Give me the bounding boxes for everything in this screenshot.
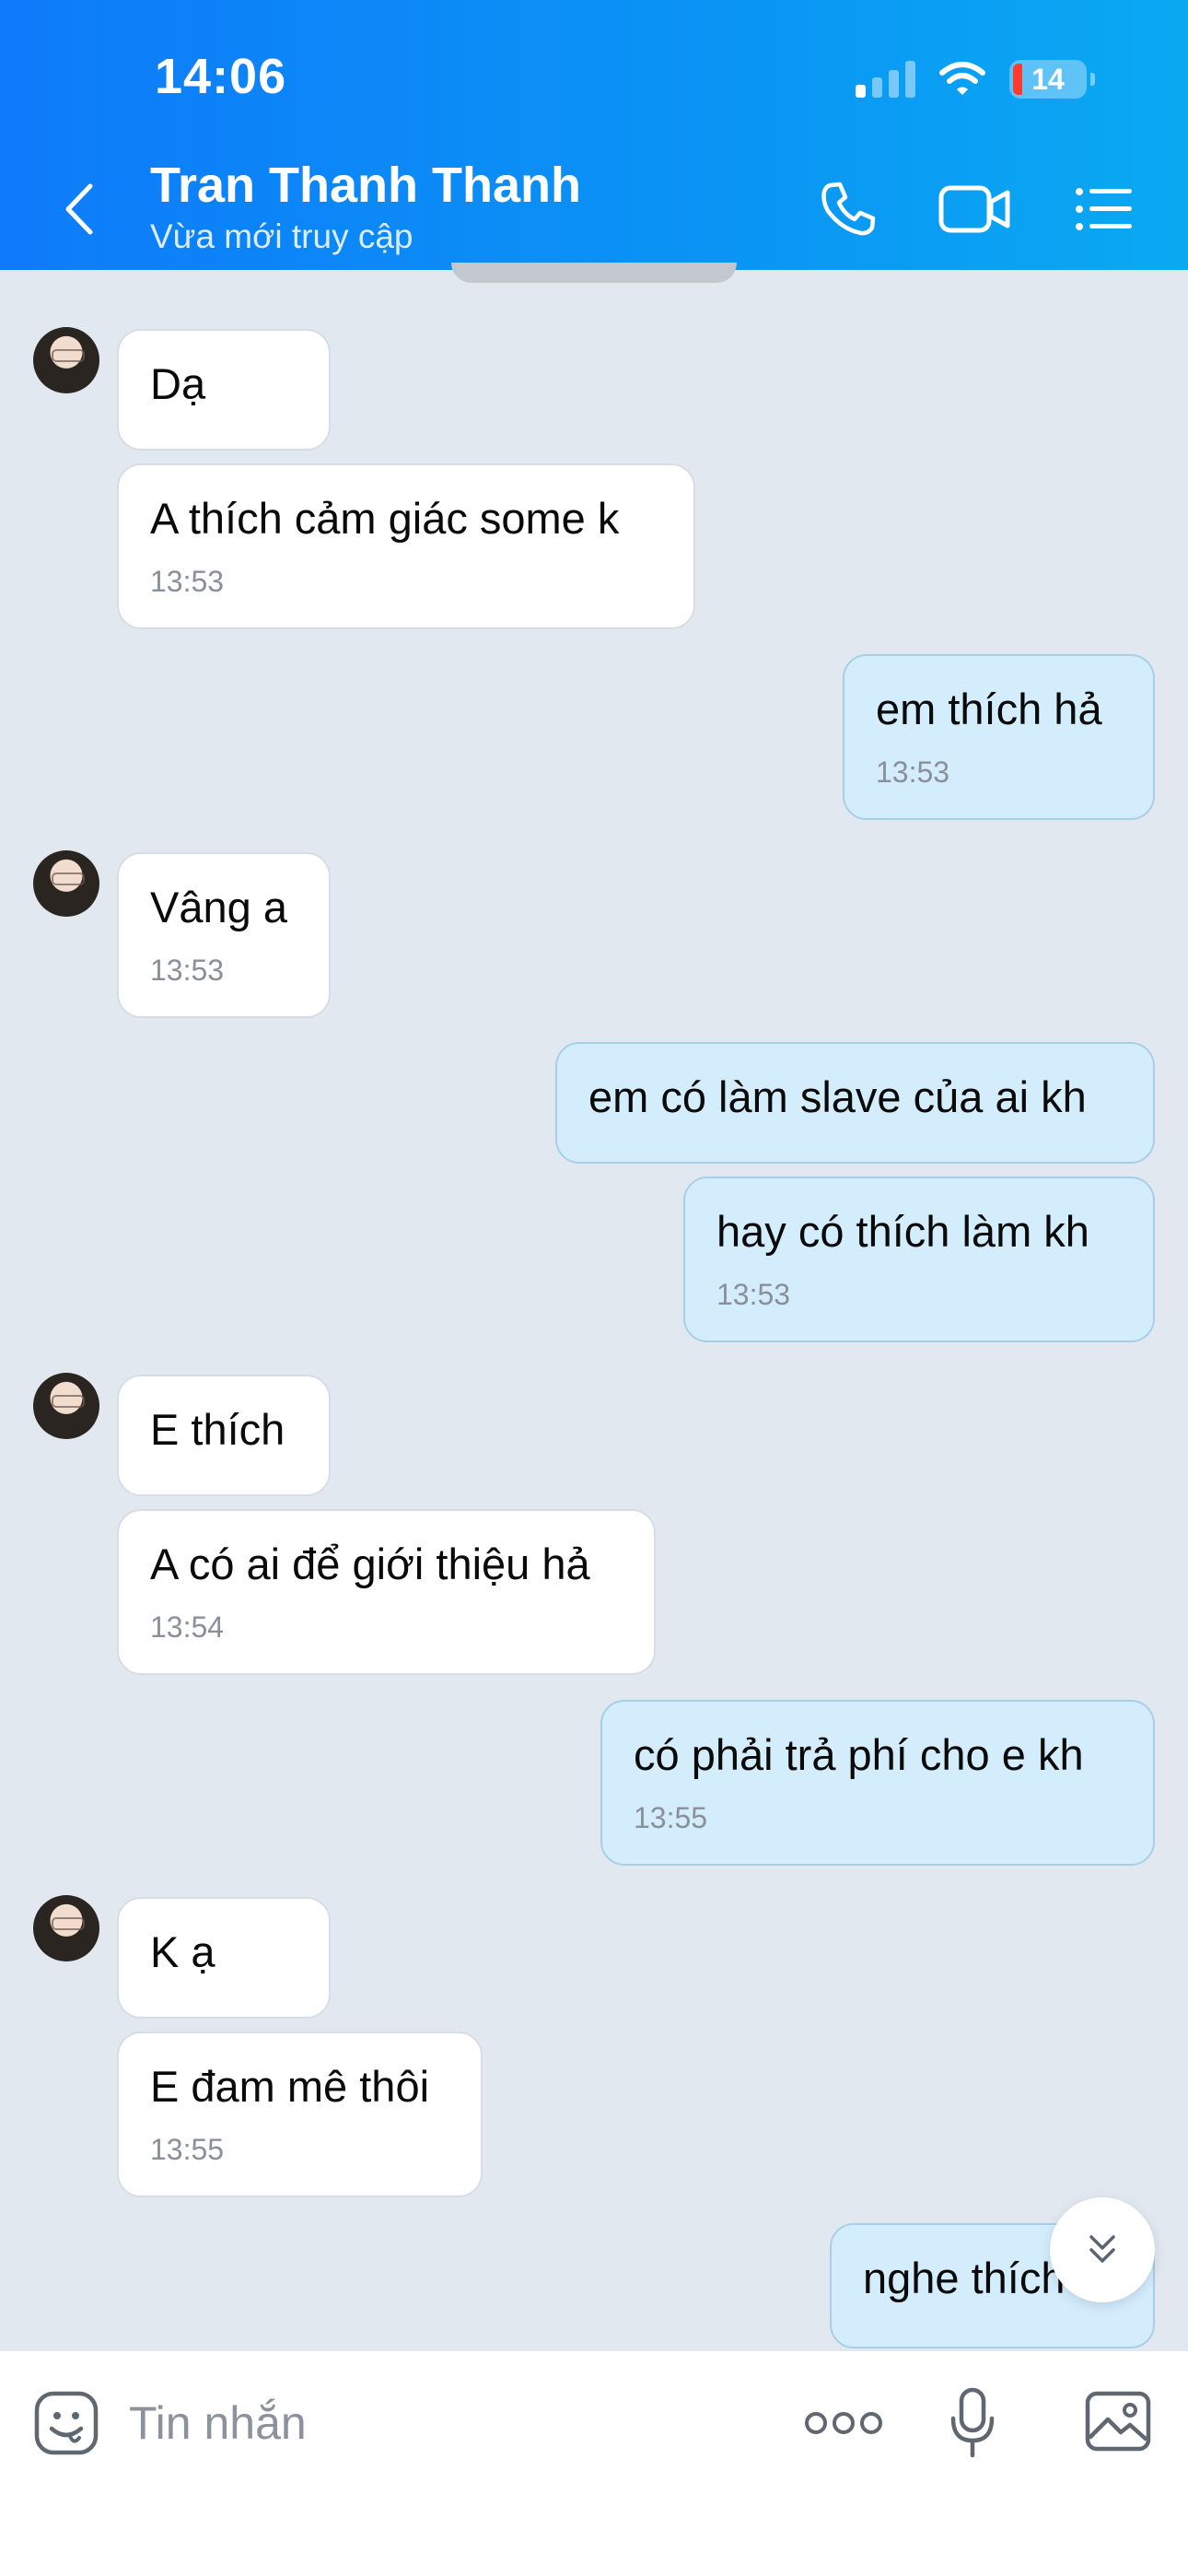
message-bubble-outgoing[interactable]: em thích hả 13:53 [843, 654, 1155, 820]
wifi-icon [939, 62, 985, 95]
more-options-button[interactable] [799, 2388, 888, 2458]
chat-header: 14:06 14 Tran Thanh Thanh Vừa mới truy c… [0, 0, 1188, 270]
double-chevron-down-icon [1089, 2235, 1115, 2263]
message-text: em thích hả [876, 685, 1102, 733]
message-list[interactable]: Dạ A thích cảm giác some k 13:53 em thíc… [0, 270, 1188, 2350]
message-text: nghe thích [863, 2254, 1066, 2302]
message-bubble-outgoing[interactable]: có phải trả phí cho e kh 13:55 [600, 1700, 1155, 1866]
send-image-button[interactable] [1083, 2388, 1153, 2454]
contact-status: Vừa mới truy cập [150, 217, 413, 255]
message-text: có phải trả phí cho e kh [634, 1730, 1084, 1779]
contact-name[interactable]: Tran Thanh Thanh [150, 157, 581, 214]
message-text: K ạ [150, 1927, 215, 1976]
message-text: E thích [150, 1405, 285, 1454]
message-time: 13:53 [716, 1278, 791, 1311]
message-bubble-incoming[interactable]: E đam mê thôi 13:55 [117, 2032, 483, 2197]
contact-avatar[interactable] [33, 850, 99, 917]
status-indicators: 14 [856, 55, 1095, 103]
message-time: 13:54 [150, 1610, 225, 1644]
options-button[interactable] [1072, 177, 1136, 241]
back-button[interactable] [55, 180, 101, 239]
battery-icon: 14 [1009, 60, 1095, 99]
video-icon [938, 185, 1010, 233]
message-text: A có ai để giới thiệu hả [150, 1540, 590, 1588]
phone-icon [821, 181, 876, 236]
cellular-signal-icon [856, 61, 915, 98]
back-icon [65, 183, 93, 235]
more-icon [805, 2412, 882, 2434]
message-text: em có làm slave của ai kh [588, 1072, 1087, 1121]
scroll-to-bottom-button[interactable] [1050, 2197, 1155, 2302]
video-call-button[interactable] [938, 177, 1013, 241]
message-text: A thích cảm giác some k [150, 494, 620, 543]
sticker-icon [34, 2391, 99, 2455]
microphone-icon [950, 2387, 995, 2458]
sticker-button[interactable] [31, 2388, 101, 2458]
list-menu-icon [1076, 188, 1132, 230]
message-time: 13:55 [634, 1801, 708, 1834]
status-time: 14:06 [155, 49, 287, 104]
message-bubble-outgoing[interactable]: em có làm slave của ai kh [555, 1042, 1155, 1164]
contact-avatar[interactable] [33, 1373, 99, 1439]
message-time: 13:53 [876, 755, 950, 789]
battery-level: 14 [1031, 62, 1065, 96]
message-time: 13:53 [150, 565, 225, 598]
contact-avatar[interactable] [33, 327, 99, 393]
call-button[interactable] [816, 177, 880, 241]
message-text: Dạ [150, 359, 206, 408]
message-text: E đam mê thôi [150, 2062, 430, 2111]
message-bubble-incoming[interactable]: Dạ [117, 329, 331, 451]
message-text: Vâng a [150, 883, 287, 931]
message-bubble-incoming[interactable]: A thích cảm giác some k 13:53 [117, 463, 695, 629]
message-time: 13:55 [150, 2133, 225, 2166]
message-bubble-incoming[interactable]: Vâng a 13:53 [117, 852, 331, 1018]
contact-avatar[interactable] [33, 1895, 99, 1961]
voice-message-button[interactable] [945, 2384, 1000, 2462]
message-composer [0, 2350, 1188, 2576]
message-text: hay có thích làm kh [716, 1207, 1089, 1256]
message-time: 13:53 [150, 954, 225, 987]
message-bubble-outgoing[interactable]: hay có thích làm kh 13:53 [683, 1177, 1155, 1342]
message-bubble-incoming[interactable]: A có ai để giới thiệu hả 13:54 [117, 1509, 656, 1675]
image-icon [1085, 2391, 1151, 2452]
message-bubble-incoming[interactable]: K ạ [117, 1897, 331, 2019]
message-bubble-incoming[interactable]: E thích [117, 1375, 331, 1496]
message-input[interactable] [129, 2390, 774, 2456]
